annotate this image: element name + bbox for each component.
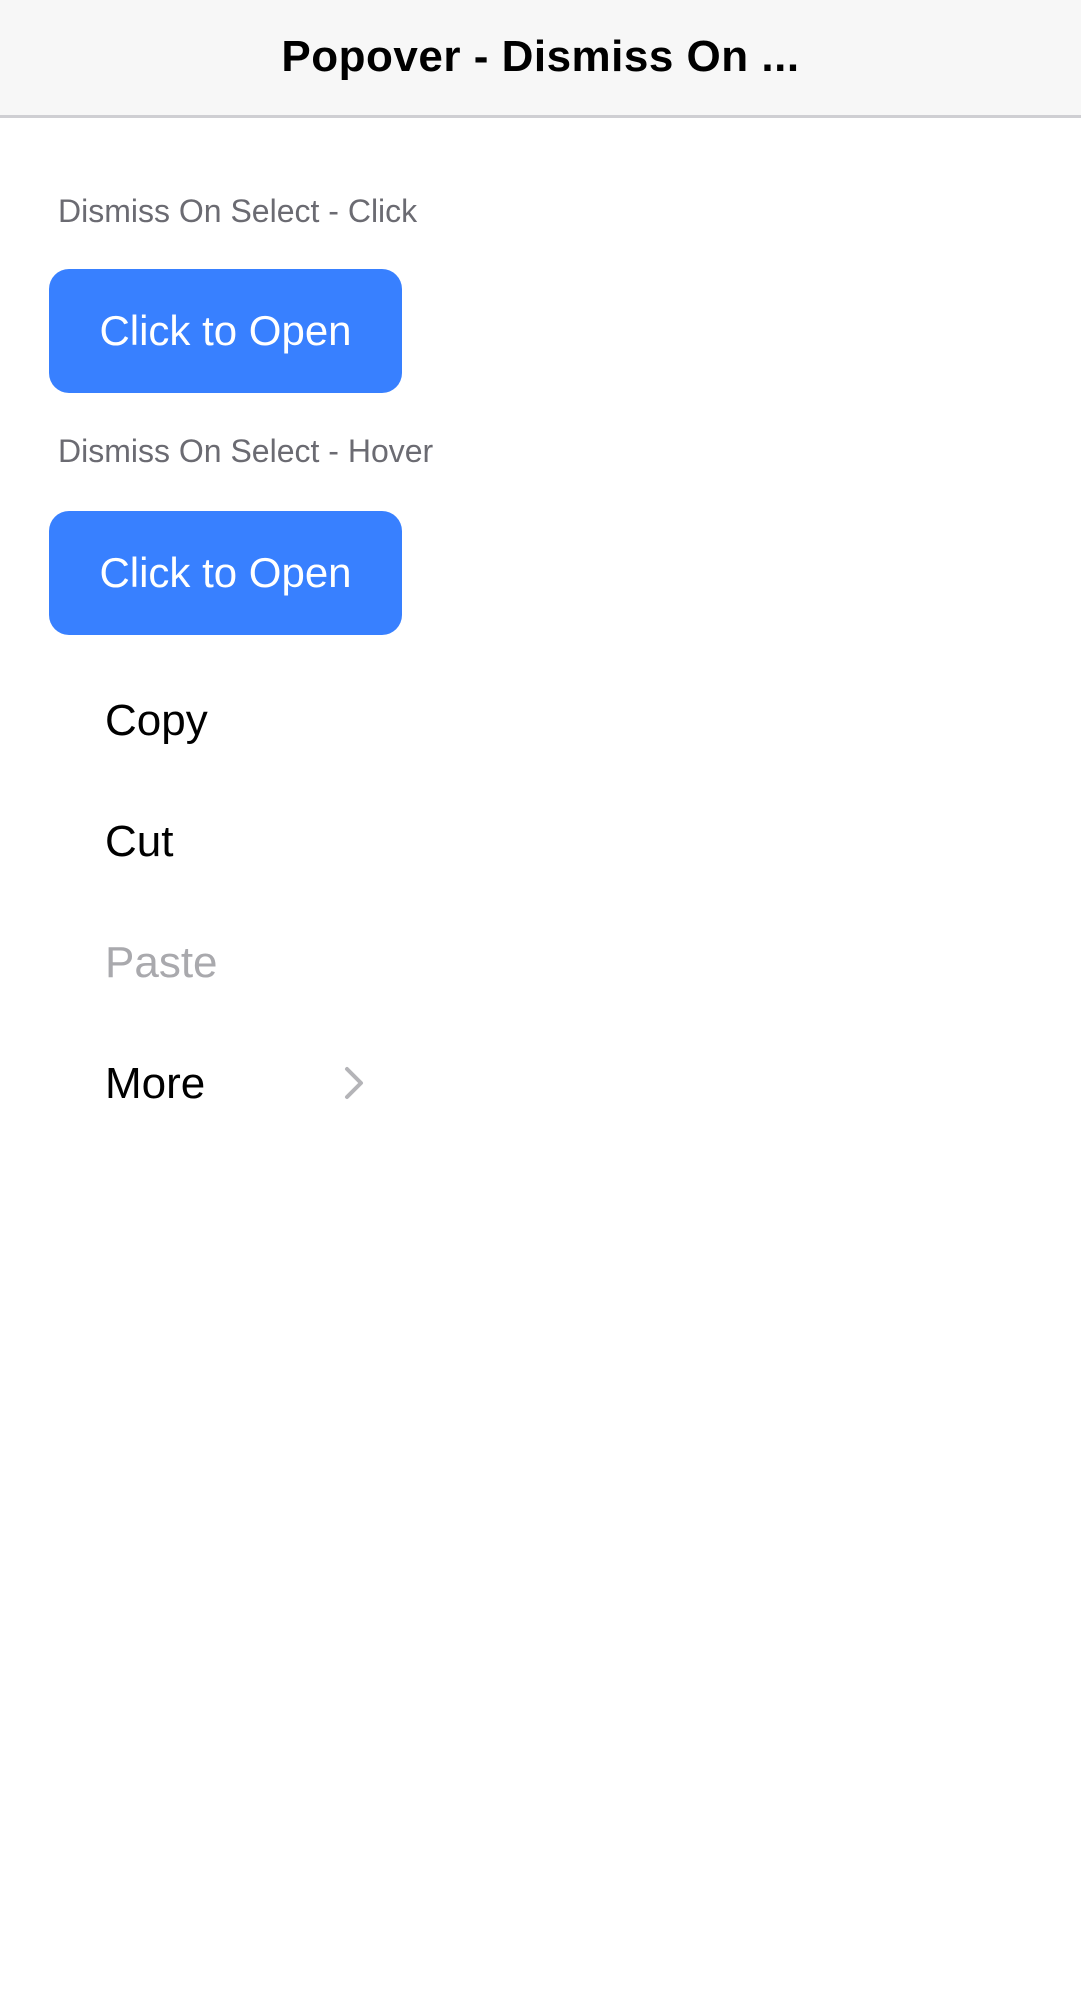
chevron-right-icon	[345, 1067, 363, 1099]
menu-item-more[interactable]: More	[49, 1023, 402, 1144]
menu-item-label: Paste	[105, 938, 218, 987]
menu-item-cut[interactable]: Cut	[49, 781, 402, 902]
menu-item-label: More	[105, 1059, 206, 1108]
header-toolbar: Popover - Dismiss On ...	[0, 0, 1081, 118]
section-label-hover: Dismiss On Select - Hover	[58, 433, 434, 469]
menu-item-label: Cut	[105, 817, 174, 866]
open-popover-hover-button[interactable]: Click to Open	[49, 511, 402, 635]
popover-menu: Copy Cut Paste More	[49, 660, 402, 1144]
menu-item-copy[interactable]: Copy	[49, 660, 402, 781]
page-title: Popover - Dismiss On ...	[281, 32, 800, 81]
section-label-click: Dismiss On Select - Click	[58, 193, 418, 229]
menu-item-label: Copy	[105, 696, 208, 745]
menu-item-paste: Paste	[49, 902, 402, 1023]
open-popover-click-button[interactable]: Click to Open	[49, 269, 402, 393]
app-screen: Popover - Dismiss On ... Dismiss On Sele…	[0, 0, 1081, 1999]
